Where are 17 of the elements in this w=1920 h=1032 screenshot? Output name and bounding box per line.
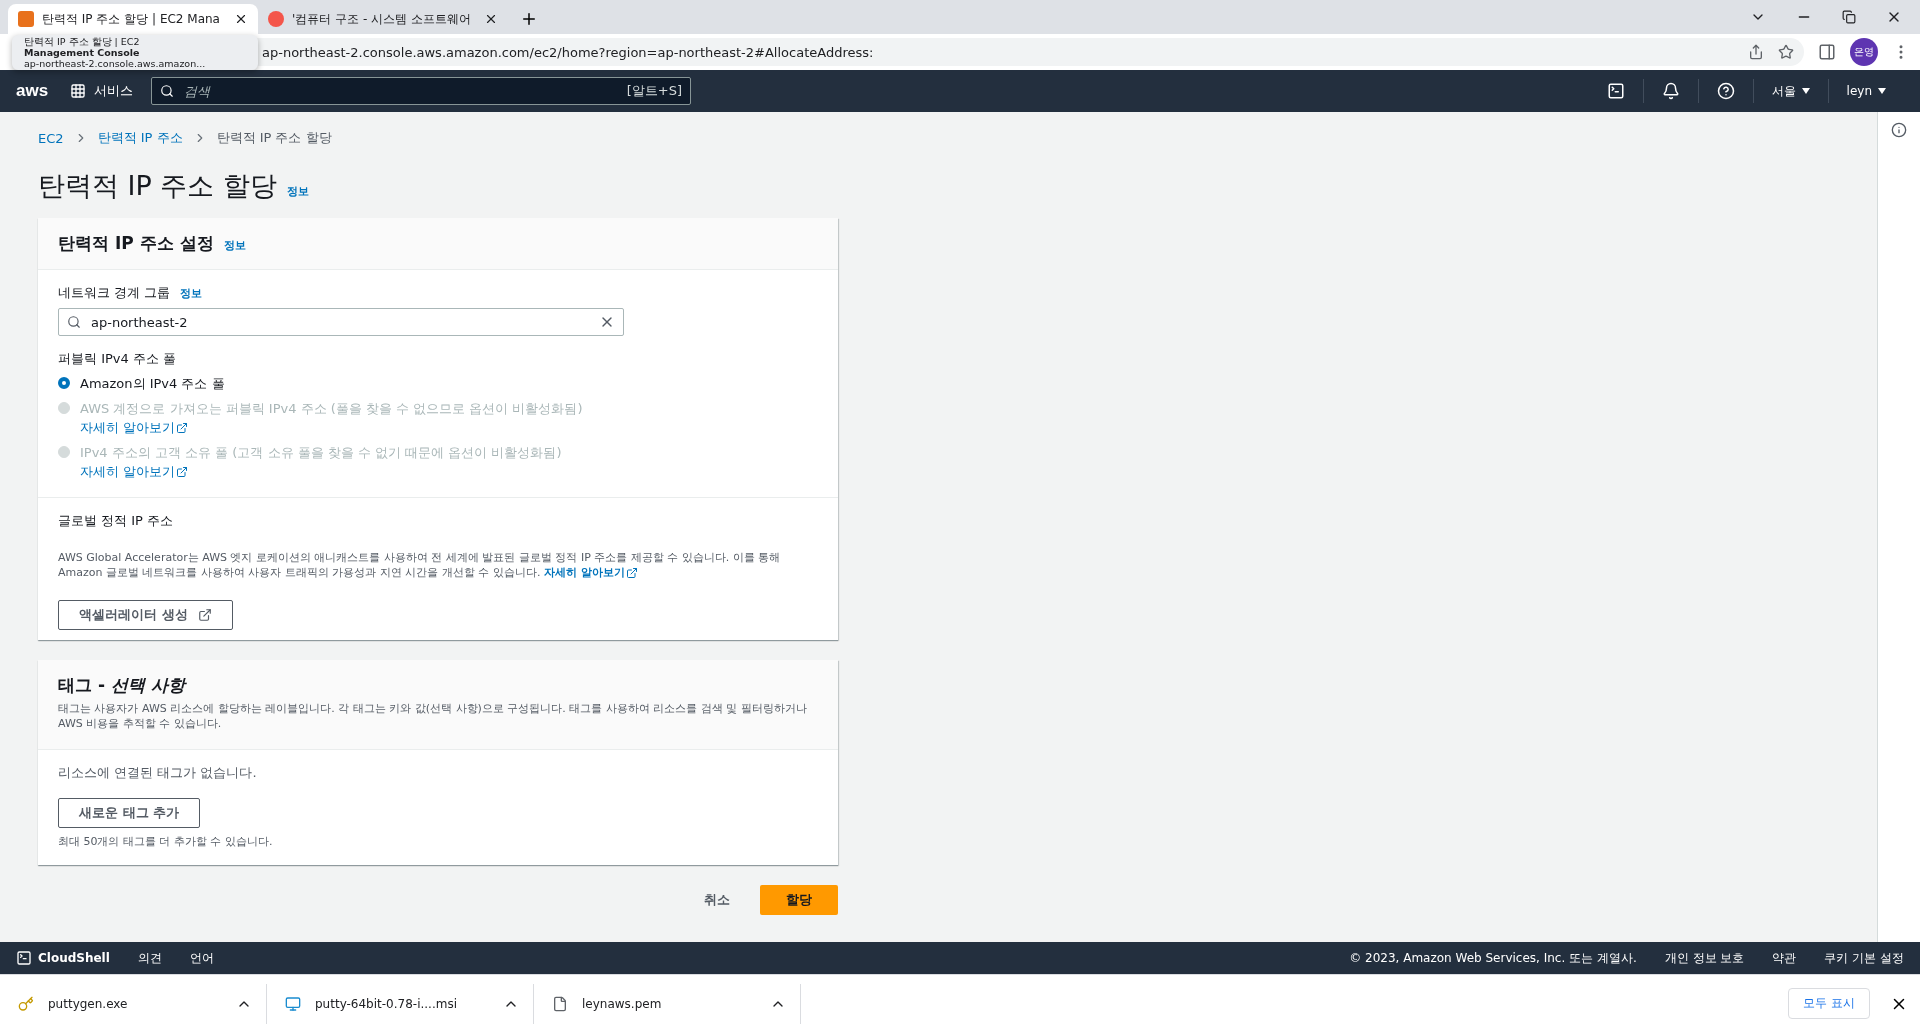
copyright-text: © 2023, Amazon Web Services, Inc. 또는 계열사. [1349,949,1637,967]
radio-label: AWS 계정으로 가져오는 퍼블릭 IPv4 주소 (풀을 찾을 수 없으므로 옵션이 비활성화됨) 자세히 알아보기 [80,400,584,437]
empty-message: 리소스에 연결된 태그가 없습니다. [58,764,258,782]
description-text: AWS Global Accelerator는 AWS 엣지 로케이션의 애니캐스트를 사용하여 전 세계에 발표된 글로벌 정적 IP 주소를 제공할 수 있습니다. 이를 통해 Amazon 글로벌 네트워크를 사용하여 사용자 트래픽의 가용성과 지연 시간을 개선할 수 있습니다. 자세히 알아보기 [58,550,782,580]
field-label: 네트워크 경계 그룹 [58,284,171,302]
radio-label: Amazon의 IPv4 주소 풀 [80,375,226,393]
shortcut-hint: [알트+S] [626,82,682,100]
radio-label: IPv4 주소의 고객 소유 풀 (고객 소유 풀을 찾을 수 없기 때문에 옵션이 비활성화됨) 자세히 알아보기 [80,444,563,481]
page-title: 탄력적 IP 주소 할당 [38,169,277,203]
breadcrumb-current: 탄력적 IP 주소 할당 [216,129,332,147]
section-label: 글로벌 정적 IP 주소 [58,512,175,530]
hint-text: 최대 50개의 태그를 더 추가할 수 있습니다. [58,834,274,849]
aws-logo: aws [16,81,50,101]
field-label: 퍼블릭 IPv4 주소 풀 [58,350,178,368]
panel-title: 태그 - 선택 사항 [58,674,188,697]
description-text: 태그는 사용자가 AWS 리소스에 할당하는 레이블입니다. 각 태그는 키와 값(선택 사항)으로 구성됩니다. 태그를 사용하여 리소스를 검색 및 필터링하거나 AWS 비용을 추적할 수 있습니다. [58,701,808,731]
panel-title: 탄력적 IP 주소 설정 [58,232,214,255]
